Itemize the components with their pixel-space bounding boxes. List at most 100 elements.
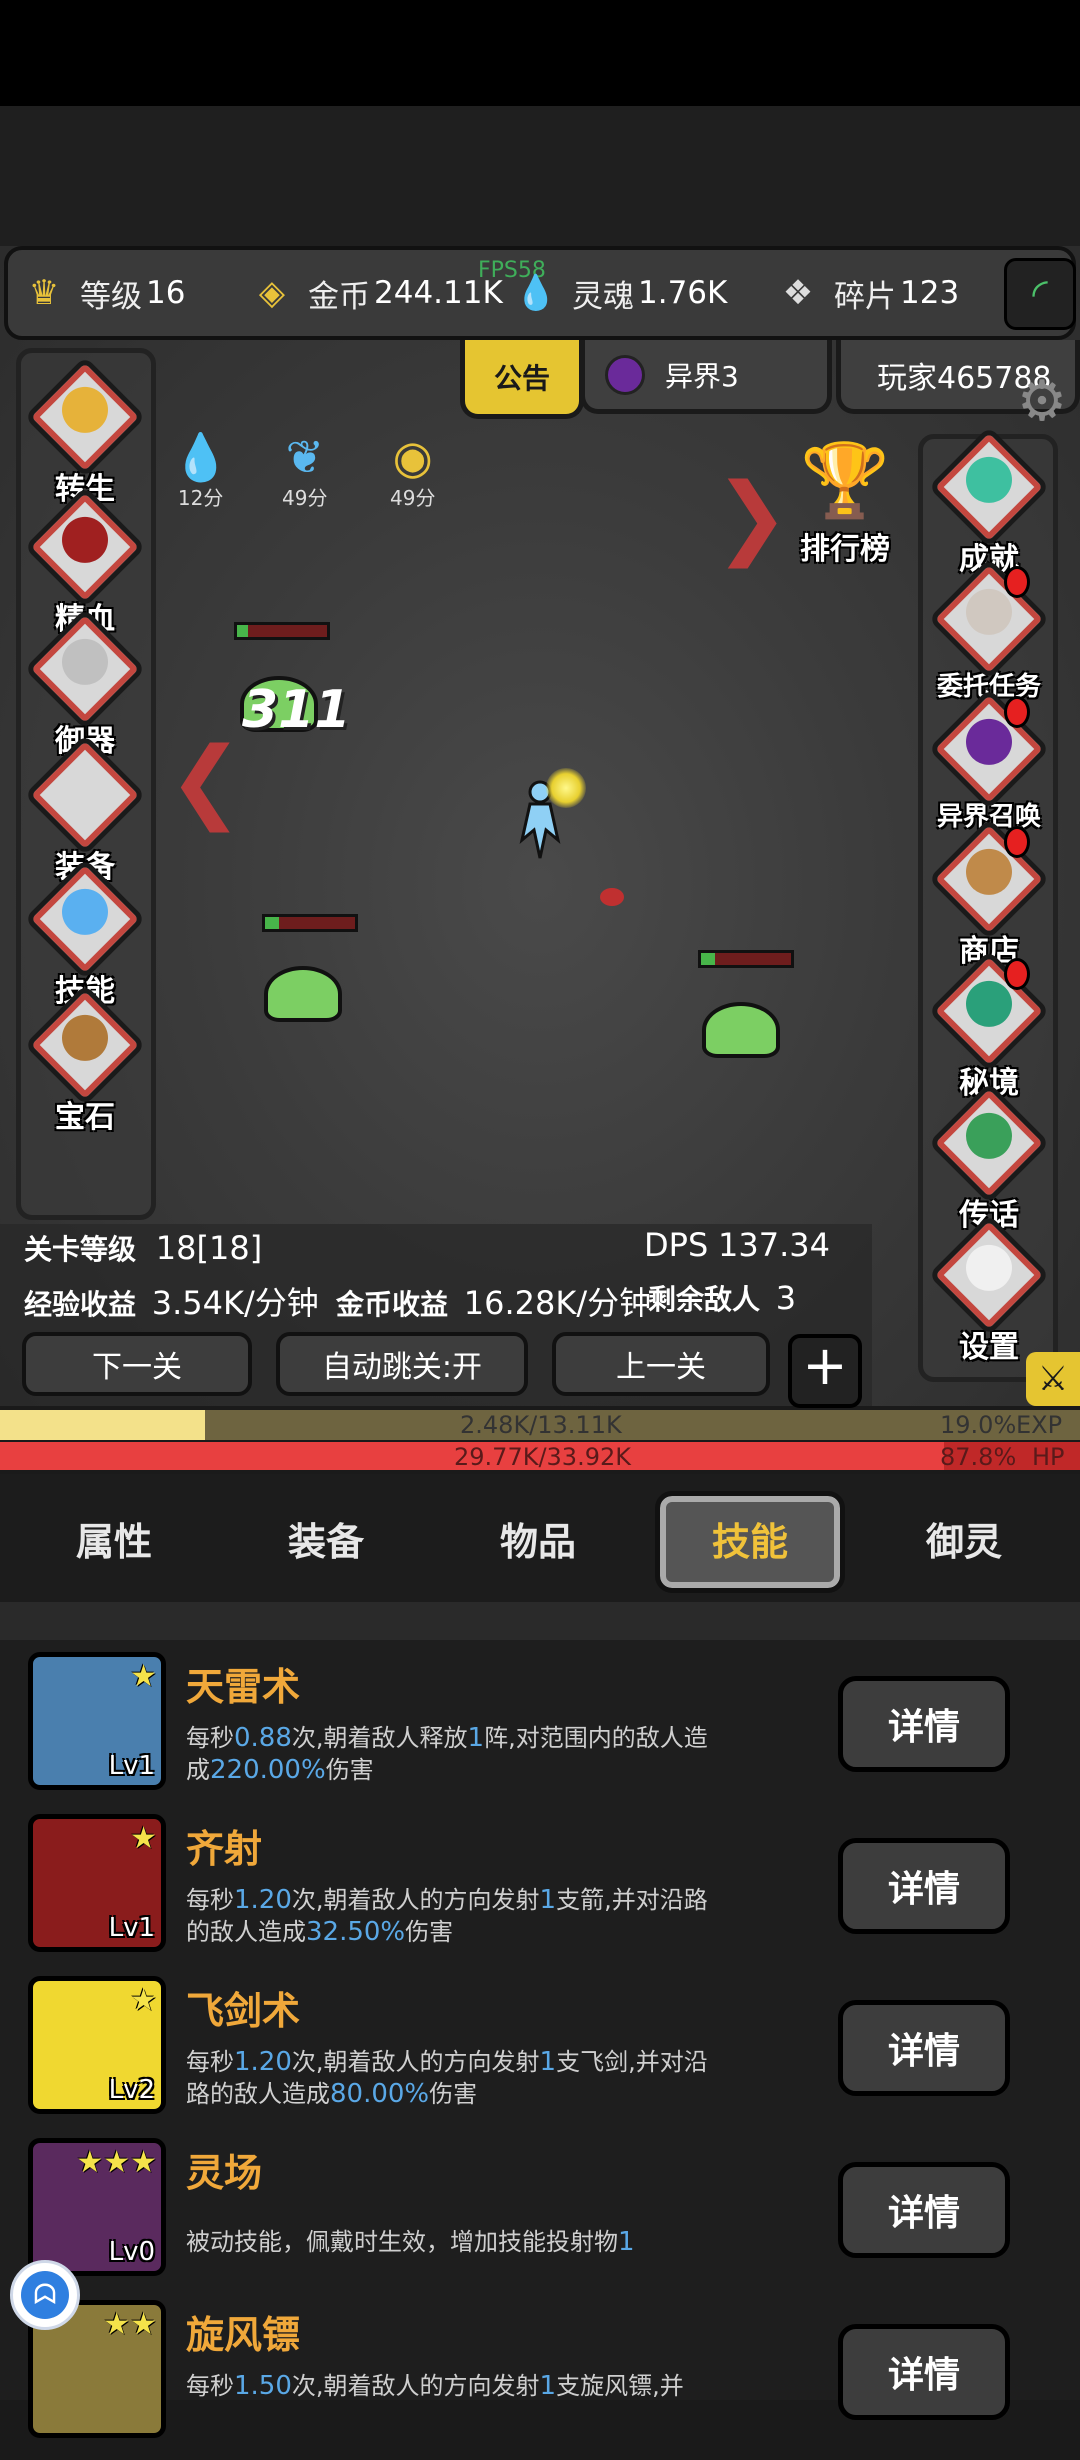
skill-name: 天雷术 (186, 1665, 301, 1709)
dps-display: DPS 137.34 (644, 1226, 830, 1264)
menu-shop[interactable]: 商店 (924, 818, 1054, 970)
menu-achievements[interactable]: 成就 (924, 426, 1054, 578)
slime-enemy (264, 966, 342, 1022)
damage-number: 311 (242, 680, 351, 740)
enemies-remaining-label: 剩余敌人 (648, 1283, 761, 1316)
projectile (600, 888, 624, 906)
buff-timer: 49分 (390, 486, 436, 510)
enemies-remaining-value: 3 (775, 1279, 797, 1317)
portal-icon (605, 354, 645, 395)
slime-enemy (702, 1002, 780, 1058)
exp-income: 经验收益 3.54K/分钟 (24, 1278, 319, 1324)
coin-display: ◈ 金币 244.11K (246, 250, 503, 336)
other-world-label: 异界3 (665, 359, 739, 393)
menu-settings[interactable]: 设置 (924, 1214, 1054, 1366)
skill-row: ★ Lv1 天雷术 每秒0.88次,朝着敌人释放1阵,对范围内的敌人造成220.0… (0, 1652, 1080, 1812)
soul-value: 1.76K (638, 275, 728, 311)
notification-dot (1004, 696, 1030, 728)
coin-buff-icon: ◉ (392, 430, 433, 484)
enemy-hp-bar (262, 914, 358, 932)
buff-item: ◉ 49分 (390, 432, 435, 511)
level-label: 等级 (80, 278, 142, 315)
notification-dot (1004, 566, 1030, 598)
tab-items[interactable]: 物品 (438, 1474, 638, 1602)
skill-row: ★ Lv1 齐射 每秒1.20次,朝着敌人的方向发射1支箭,并对沿路的敌人造成32… (0, 1814, 1080, 1974)
volley-skill-icon: ★ Lv1 (28, 1814, 166, 1952)
menu-rebirth[interactable]: 转生 (20, 356, 150, 508)
shard-value: 123 (900, 275, 960, 311)
tab-spirits[interactable]: 御灵 (864, 1474, 1064, 1602)
leaderboard-label: 排行榜 (800, 532, 890, 567)
stage-level: 关卡等级 18[18] (24, 1228, 262, 1268)
skill-detail-button[interactable]: 详情 (838, 1676, 1010, 1772)
soul-icon: 💧 (514, 273, 558, 313)
leaderboard-button[interactable]: 🏆 排行榜 (780, 440, 910, 568)
menu-secret-realm[interactable]: 秘境 (924, 950, 1054, 1102)
stage-level-label: 关卡等级 (24, 1233, 137, 1266)
notification-dot (1004, 826, 1030, 858)
exp-percent: 19.0% (940, 1411, 1017, 1439)
tab-attributes[interactable]: 属性 (14, 1474, 214, 1602)
shard-icon: ❖ (782, 273, 814, 313)
notice-tab[interactable]: 公告 (460, 340, 584, 419)
buff-item: ❦ 49分 (282, 432, 327, 511)
coin-icon: ◈ (258, 273, 286, 313)
skill-description: 每秒0.88次,朝着敌人释放1阵,对范围内的敌人造成220.00%伤害 (186, 1723, 708, 1785)
gold-income-value: 16.28K/分钟 (463, 1284, 652, 1322)
feather-buff-icon: ❦ (285, 430, 324, 484)
skill-description: 每秒1.20次,朝着敌人的方向发射1支飞剑,并对沿路的敌人造成80.00%伤害 (186, 2047, 708, 2109)
other-world-tab[interactable]: 异界3 (580, 340, 832, 414)
skill-detail-button[interactable]: 详情 (838, 1838, 1010, 1934)
trophy-icon: 🏆 (800, 438, 890, 522)
soul-display: 💧 灵魂 1.76K (510, 250, 728, 336)
sword-icon[interactable]: ⚔ (1026, 1352, 1080, 1406)
assistant-icon: ᗣ (21, 2271, 69, 2319)
thunder-skill-icon: ★ Lv1 (28, 1652, 166, 1790)
dps-label: DPS (644, 1226, 709, 1264)
skill-detail-button[interactable]: 详情 (838, 2162, 1010, 2258)
buff-item: 💧 12分 (172, 432, 229, 511)
enemies-remaining: 剩余敌人 3 (648, 1278, 796, 1318)
menu-commissions[interactable]: 委托任务 (924, 558, 1054, 703)
prev-area-arrow-icon[interactable]: ❮ (168, 728, 243, 833)
skill-name: 飞剑术 (186, 1989, 301, 2033)
gold-income: 金币收益 16.28K/分钟 (336, 1278, 651, 1324)
soul-buff-icon: 💧 (172, 430, 230, 484)
level-value: 16 (146, 275, 186, 311)
buff-timer: 49分 (282, 486, 328, 510)
skill-name: 旋风镖 (186, 2313, 301, 2357)
stage-level-value: 18[18] (155, 1229, 263, 1267)
status-bar (0, 0, 1080, 106)
hp-percent: 87.8% (940, 1443, 1017, 1471)
dps-value: 137.34 (718, 1226, 830, 1264)
top-spacer (0, 106, 1080, 246)
spirit-field-skill-icon: ★★★ Lv0 (28, 2138, 166, 2276)
level-display: ♛ 等级 16 (18, 250, 186, 336)
menu-summon[interactable]: 异界召唤 (924, 688, 1054, 833)
next-stage-button[interactable]: 下一关 (22, 1332, 252, 1396)
skill-detail-button[interactable]: 详情 (838, 2324, 1010, 2420)
auto-skip-button[interactable]: 自动跳关:开 (276, 1332, 528, 1396)
exp-bar-fill (0, 1410, 206, 1440)
floating-assistant-button[interactable]: ᗣ (10, 2260, 80, 2330)
shard-label: 碎片 (834, 278, 896, 315)
hp-label: HP (1032, 1443, 1065, 1471)
skill-row: ★★★ Lv0 灵场 被动技能，佩戴时生效，增加技能投射物1 详情 (0, 2138, 1080, 2298)
skill-detail-button[interactable]: 详情 (838, 2000, 1010, 2096)
settings-gear-icon[interactable]: ⚙ (1010, 370, 1074, 434)
tab-equipment[interactable]: 装备 (226, 1474, 426, 1602)
hp-bar-text: 29.77K/33.92K (454, 1443, 631, 1471)
tab-skills[interactable]: 技能 (650, 1474, 850, 1602)
coin-label: 金币 (308, 278, 370, 315)
flying-sword-skill-icon: ★ Lv2 (28, 1976, 166, 2114)
exp-income-label: 经验收益 (24, 1288, 137, 1321)
notification-dot (1004, 958, 1030, 990)
menu-gems[interactable]: 宝石 (20, 984, 150, 1136)
next-area-arrow-icon[interactable]: ❯ (714, 464, 789, 569)
shard-display: ❖ 碎片 123 (772, 250, 959, 336)
plus-button[interactable]: + (788, 1334, 862, 1408)
prev-stage-button[interactable]: 上一关 (552, 1332, 770, 1396)
menu-message[interactable]: 传话 (924, 1082, 1054, 1234)
gold-income-label: 金币收益 (336, 1288, 449, 1321)
network-icon[interactable]: ◜ (1004, 258, 1076, 330)
